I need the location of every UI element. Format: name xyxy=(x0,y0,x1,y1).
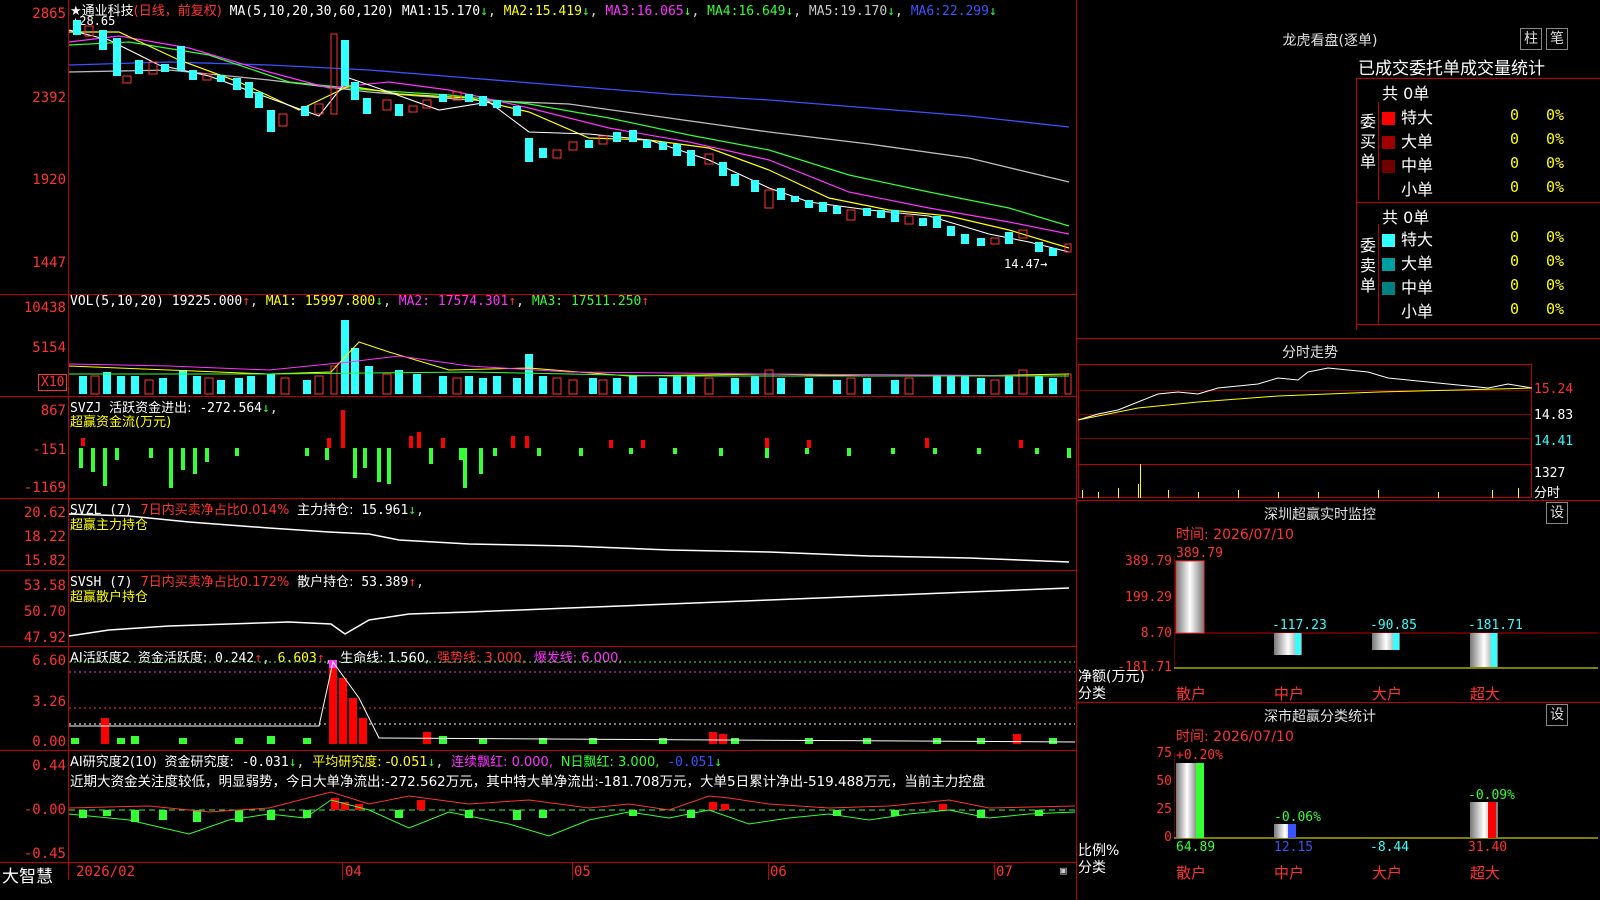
intraday-vol-axis: 1327 xyxy=(1534,466,1566,481)
sell-total: 共 0单 xyxy=(1382,208,1430,227)
classify-cat-label: 分类 xyxy=(1078,860,1106,876)
svzj-axis-label: 867 xyxy=(40,403,66,419)
buy-row-m[interactable]: 中单 xyxy=(1382,152,1433,176)
ai1-chart[interactable] xyxy=(69,648,1075,750)
candlestick-chart[interactable] xyxy=(69,20,1075,292)
xl-sell-square-icon xyxy=(1382,234,1395,247)
ai1-axis-label: 6.60 xyxy=(32,653,66,669)
ai2-comment: 近期大资金关注度较低，明显弱势，今日大单净流出:-272.562万元，其中特大单… xyxy=(70,774,986,790)
intraday-axis-label: 14.83 xyxy=(1534,408,1574,423)
candles xyxy=(73,20,1072,256)
price-axis-label: 2392 xyxy=(32,90,66,106)
price-axis-label: 2865 xyxy=(32,6,66,22)
volume-chart[interactable] xyxy=(69,296,1075,396)
svzj-chart[interactable] xyxy=(69,398,1075,498)
svzj-axis-label: -151 xyxy=(32,442,66,458)
time-axis-label: 04 xyxy=(345,864,362,880)
monitor-bar-retail xyxy=(1175,560,1205,634)
buy-row-l[interactable]: 大单 xyxy=(1382,128,1433,152)
classify-bar-retail xyxy=(1176,763,1198,838)
period-label[interactable]: (日线，前复权) xyxy=(134,4,222,19)
l-sell-square-icon xyxy=(1382,258,1395,271)
bar-view-button[interactable]: 柱 xyxy=(1520,28,1542,50)
ma5-line xyxy=(69,69,1070,183)
xl-buy-square-icon xyxy=(1382,112,1395,125)
buy-side-label: 委买单 xyxy=(1360,112,1377,171)
m-buy-square-icon xyxy=(1382,160,1395,173)
vol-axis-label: 5154 xyxy=(32,340,66,356)
svzl-axis-label: 15.82 xyxy=(23,553,66,569)
buy-row-xl[interactable]: 特大 xyxy=(1382,104,1433,128)
time-axis-label: 07 xyxy=(996,864,1013,880)
l-buy-square-icon xyxy=(1382,136,1395,149)
svsh-chart[interactable] xyxy=(69,572,1075,646)
sell-row-xl[interactable]: 特大 xyxy=(1382,226,1433,250)
ai1-axis-label: 0.00 xyxy=(32,734,66,750)
vol-axis-label: 10438 xyxy=(23,300,66,316)
brand-logo: 大智慧 xyxy=(2,867,53,887)
sell-row-s[interactable]: 小单 xyxy=(1382,298,1433,322)
classify-bar-chart[interactable] xyxy=(1174,752,1598,842)
svsh-axis-label: 47.92 xyxy=(23,630,66,646)
time-axis-label: 06 xyxy=(770,864,787,880)
ma4-line xyxy=(69,41,1070,227)
price-legend: ★通业科技(日线，前复权) MA(5,10,20,30,60,120) MA1:… xyxy=(70,4,997,19)
intraday-title: 分时走势 xyxy=(1282,345,1338,361)
lhb-header: 已成交委托单成交量统计 xyxy=(1358,59,1545,79)
ma6-line xyxy=(69,61,1070,128)
svzl-axis-label: 20.62 xyxy=(23,505,66,521)
classify-title: 深市超赢分类统计 xyxy=(1264,709,1376,725)
intraday-vol-unit: 分时 xyxy=(1534,486,1561,501)
ai2-chart[interactable] xyxy=(69,790,1075,862)
svsh-axis-label: 53.58 xyxy=(23,578,66,594)
time-axis-label: 2026/02 xyxy=(76,864,136,880)
buy-row-s[interactable]: 小单 xyxy=(1382,176,1433,200)
time-axis-label: 05 xyxy=(574,864,591,880)
ai2-axis-label: -0.45 xyxy=(23,846,66,862)
ma3-line xyxy=(69,35,1070,235)
chart-right-border xyxy=(1076,0,1077,900)
lock-icon[interactable]: ▣ xyxy=(1060,864,1067,877)
pen-view-button[interactable]: 笔 xyxy=(1546,28,1568,50)
price-axis-label: 1447 xyxy=(32,255,66,271)
sell-row-l[interactable]: 大单 xyxy=(1382,250,1433,274)
panel-divider xyxy=(0,862,1076,863)
price-axis-label: 1920 xyxy=(32,172,66,188)
classify-settings-button[interactable]: 设 xyxy=(1546,704,1568,726)
sell-side-label: 委卖单 xyxy=(1360,236,1377,295)
intraday-line-chart[interactable] xyxy=(1078,364,1532,498)
ai2-axis-label: -0.00 xyxy=(23,802,66,818)
ma2-line xyxy=(69,31,1070,249)
vol-unit: X10 xyxy=(38,374,68,391)
svzj-axis-label: -1169 xyxy=(23,480,66,496)
classify-time: 时间: 2026/07/10 xyxy=(1176,729,1294,745)
lhb-title: 龙虎看盘(逐单) xyxy=(1282,33,1378,49)
svzl-axis-label: 18.22 xyxy=(23,529,66,545)
monitor-cat-label: 分类 xyxy=(1078,686,1106,702)
ai2-legend: AI研究度2(10) 资金研究度: -0.031↓, 平均研究度: -0.051… xyxy=(70,755,723,770)
ai1-axis-label: 3.26 xyxy=(32,694,66,710)
intraday-axis-label: 14.41 xyxy=(1534,434,1574,449)
buy-total: 共 0单 xyxy=(1382,84,1430,103)
m-sell-square-icon xyxy=(1382,282,1395,295)
monitor-title: 深圳超赢实时监控 xyxy=(1264,507,1376,523)
monitor-settings-button[interactable]: 设 xyxy=(1546,502,1568,524)
intraday-axis-label: 15.24 xyxy=(1534,382,1574,397)
svzl-chart[interactable] xyxy=(69,500,1075,570)
monitor-time: 时间: 2026/07/10 xyxy=(1176,527,1294,543)
sell-row-m[interactable]: 中单 xyxy=(1382,274,1433,298)
svsh-axis-label: 50.70 xyxy=(23,604,66,620)
ai2-axis-label: 0.44 xyxy=(32,758,66,774)
